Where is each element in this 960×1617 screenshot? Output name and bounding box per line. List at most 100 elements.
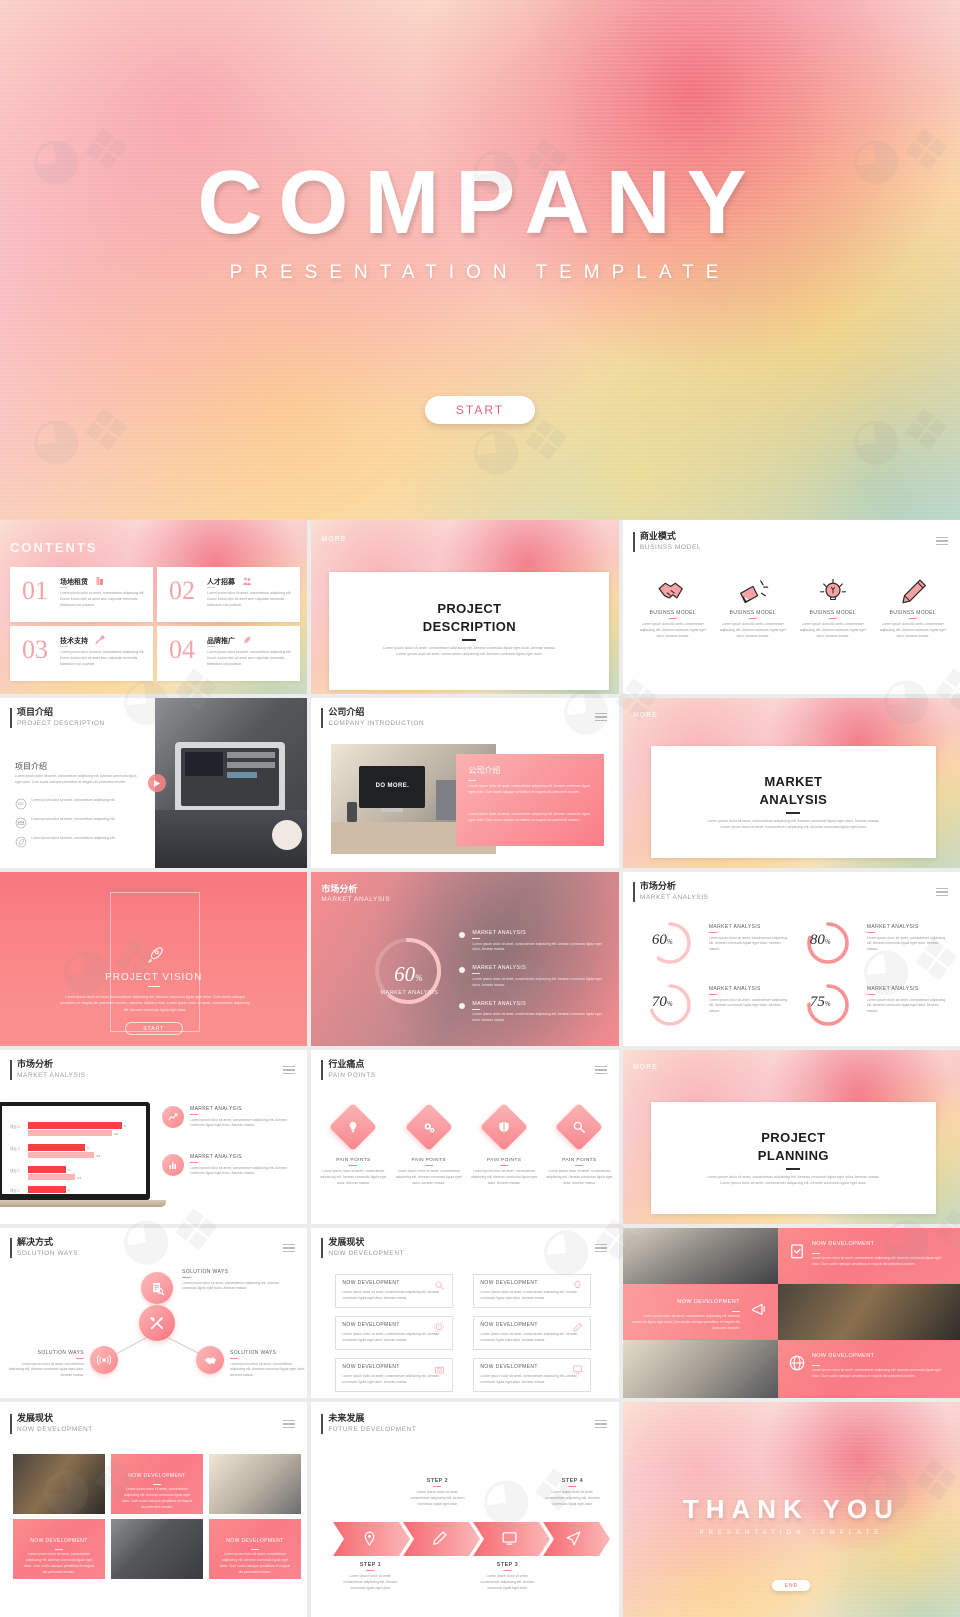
solution-node-1[interactable] (141, 1272, 173, 1304)
slide-project-description-cover[interactable]: MORE PROJECT DESCRIPTION Lorem ipsum dol… (311, 520, 619, 694)
slide-header: 市场分析 MARKET ANALYSIS (321, 882, 390, 903)
tile-body: Lorem ipsum dolor sit amet, consectetuer… (121, 1487, 193, 1509)
slide-future-development[interactable]: 未来发展 FUTURE DEVELOPMENT STEP 2 Lorem ips… (311, 1402, 619, 1617)
solution-node-2[interactable] (90, 1346, 118, 1374)
business-model-item[interactable]: BUSINSS MODEL Lorem ipsum dolor sit amet… (637, 576, 709, 640)
slide-thank-you[interactable]: THANK YOU PRESENTATION TEMPLATE END (622, 1402, 960, 1617)
pain-point-item[interactable]: PAIN POINTS Lorem ipsum dolor sit amet, … (395, 1102, 463, 1187)
slide-project-intro[interactable]: 项目介绍 PROJECT DESCRIPTION 项目介绍 Lorem ipsu… (0, 698, 308, 868)
document-search-icon (152, 1282, 164, 1295)
header-cn: 行业痛点 (328, 1060, 365, 1070)
solution-center-node[interactable] (139, 1305, 175, 1341)
item-caption: BUSINSS MODEL (729, 610, 776, 616)
cover-title-line2: DESCRIPTION (422, 618, 517, 634)
slide-business-model[interactable]: 商业模式 BUSINSS MODEL BUSINSS MODEL Lorem i… (622, 520, 960, 694)
slide-project-planning-cover[interactable]: MORE PROJECT PLANNING Lorem ipsum dolor … (622, 1050, 960, 1224)
rocket-icon (148, 947, 163, 963)
bullet-text: Lorem ipsum dolor sit amet, consectetuer… (31, 817, 116, 821)
slide-header: 发展现状 NOW DEVELOPMENT (10, 1414, 93, 1434)
pain-point-item[interactable]: PAIN POINTS Lorem ipsum dolor sit amet, … (545, 1102, 613, 1187)
box-body: Lorem ipsum dolor sit amet, consectetuer… (480, 1374, 578, 1384)
dev-tile[interactable]: NOW DEVELOPMENT Lorem ipsum dolor sit am… (13, 1519, 105, 1579)
contents-item-1[interactable]: 01 场地租赁 Lorem ipsum dolor sit amet, cons… (10, 567, 153, 622)
dev-box[interactable]: NOW DEVELOPMENT Lorem ipsum dolor sit am… (473, 1358, 592, 1392)
dev-box[interactable]: NOW DEVELOPMENT Lorem ipsum dolor sit am… (335, 1274, 454, 1308)
menu-icon[interactable] (594, 1420, 607, 1430)
menu-icon[interactable] (283, 1066, 296, 1076)
mosaic-tile[interactable]: NOW DEVELOPMENT Lorem ipsum dolor sit am… (777, 1340, 960, 1398)
menu-icon[interactable] (594, 1066, 607, 1076)
header-cn: 市场分析 (321, 885, 358, 895)
menu-icon[interactable] (936, 537, 949, 547)
donut-row: MARKET ANALYSIS Lorem ipsum dolor sit am… (459, 1001, 609, 1024)
slide-now-development-boxes[interactable]: 发展现状 NOW DEVELOPMENT NOW DEVELOPMENT Lor… (311, 1228, 619, 1398)
slide-contents[interactable]: CONTENTS 01 场地租赁 Lorem ipsum dolor sit a… (0, 520, 308, 694)
more-label: MORE (321, 536, 347, 543)
search-icon (574, 1121, 586, 1133)
item-body: Lorem ipsum dolor sit amet, consectetuer… (546, 1169, 613, 1185)
chat-icon (15, 798, 27, 810)
dev-box[interactable]: NOW DEVELOPMENT Lorem ipsum dolor sit am… (335, 1316, 454, 1350)
crown-icon (15, 817, 27, 829)
box-caption: NOW DEVELOPMENT (342, 1280, 400, 1286)
bar-chart-icon (169, 1162, 176, 1169)
step-label: STEP 3 (496, 1562, 519, 1568)
slide-solution-ways[interactable]: 解决方式 SOLUTION WAYS SOLUTION WAYS Lorem i… (0, 1228, 308, 1398)
donut-value: 80 (809, 932, 825, 948)
pain-point-item[interactable]: PAIN POINTS Lorem ipsum dolor sit amet, … (470, 1102, 538, 1187)
business-model-item[interactable]: BUSINSS MODEL Lorem ipsum dolor sit amet… (797, 576, 869, 640)
row-body: Lorem ipsum dolor sit amet, consectetuer… (472, 1012, 602, 1023)
cover-title-line2: PLANNING (757, 1147, 829, 1163)
end-button[interactable]: END (772, 1580, 811, 1591)
people-icon (243, 577, 251, 585)
header-en: FUTURE DEVELOPMENT (328, 1426, 417, 1434)
business-model-item[interactable]: BUSINSS MODEL Lorem ipsum dolor sit amet… (717, 576, 789, 640)
slide-market-analysis-bar[interactable]: 市场分析 MARKET ANALYSIS 项目 4 5 4.5 项目 3 3 3… (0, 1050, 308, 1224)
business-model-item[interactable]: BUSINSS MODEL Lorem ipsum dolor sit amet… (877, 576, 949, 640)
slide-row-5: 解决方式 SOLUTION WAYS SOLUTION WAYS Lorem i… (0, 1228, 960, 1398)
step-body: Lorem ipsum dolor sit amet, consectetuer… (410, 1490, 465, 1506)
start-button[interactable]: START (124, 1022, 183, 1035)
slide-market-analysis-four[interactable]: 市场分析 MARKET ANALYSIS 60% MARKET ANALYSIS… (622, 872, 960, 1046)
slide-company-intro[interactable]: 公司介绍 COMPANY INTRODUCTION DO MORE. 公司介绍 (311, 698, 619, 868)
donut-value: 70 (651, 994, 667, 1010)
item-caption: PAIN POINTS (486, 1158, 522, 1163)
play-button[interactable] (148, 774, 166, 792)
megaphone-icon (739, 580, 769, 604)
slide-market-analysis-donut[interactable]: 市场分析 MARKET ANALYSIS 60% MARKET ANALYSIS… (311, 872, 619, 1046)
slide-market-analysis-cover[interactable]: MORE MARKET ANALYSIS Lorem ipsum dolor s… (622, 698, 960, 868)
panel-body: Lorem ipsum dolor sit amet, consectetuer… (468, 784, 590, 794)
contents-number: 03 (22, 635, 48, 664)
mosaic-tile[interactable]: NOW DEVELOPMENT Lorem ipsum dolor sit am… (777, 1228, 960, 1284)
header-cn: 项目介绍 (17, 708, 54, 718)
step-body: Lorem ipsum dolor sit amet, consectetuer… (480, 1574, 535, 1590)
step-text-3: STEP 3 Lorem ipsum dolor sit amet, conse… (476, 1562, 538, 1592)
dev-box[interactable]: NOW DEVELOPMENT Lorem ipsum dolor sit am… (335, 1358, 454, 1392)
slide-now-development-photos[interactable]: 发展现状 NOW DEVELOPMENT NOW DEVELOPMENT Lor… (0, 1402, 308, 1617)
contents-item-2[interactable]: 02 人才招募 Lorem ipsum dolor sit amet, cons… (157, 567, 300, 622)
contents-item-4[interactable]: 04 品牌推广 Lorem ipsum dolor sit amet, cons… (157, 626, 300, 681)
dev-box[interactable]: NOW DEVELOPMENT Lorem ipsum dolor sit am… (473, 1274, 592, 1308)
slide-now-development-mosaic[interactable]: NOW DEVELOPMENT Lorem ipsum dolor sit am… (622, 1228, 960, 1398)
dev-box[interactable]: NOW DEVELOPMENT Lorem ipsum dolor sit am… (473, 1316, 592, 1350)
slide-row-1: CONTENTS 01 场地租赁 Lorem ipsum dolor sit a… (0, 520, 960, 694)
dev-tile[interactable]: NOW DEVELOPMENT Lorem ipsum dolor sit am… (111, 1454, 203, 1514)
contents-item-3[interactable]: 03 技术支持 Lorem ipsum dolor sit amet, cons… (10, 626, 153, 681)
cover-slide: COMPANY PRESENTATION TEMPLATE START (0, 0, 960, 520)
pain-point-item[interactable]: PAIN POINTS Lorem ipsum dolor sit amet, … (319, 1102, 387, 1187)
menu-icon[interactable] (936, 888, 949, 898)
menu-icon[interactable] (594, 713, 607, 723)
header-cn: 商业模式 (639, 532, 676, 542)
slide-project-vision[interactable]: PROJECT VISION Lorem ipsum dolor sit ame… (0, 872, 308, 1046)
intro-bullet: Lorem ipsum dolor sit amet, consectetuer… (15, 798, 140, 810)
menu-icon[interactable] (594, 1244, 607, 1254)
slide-pain-points[interactable]: 行业痛点 PAIN POINTS PAIN POINTS Lorem ipsum… (311, 1050, 619, 1224)
menu-icon[interactable] (283, 1420, 296, 1430)
dev-tile[interactable]: NOW DEVELOPMENT Lorem ipsum dolor sit am… (209, 1519, 301, 1579)
start-button[interactable]: START (425, 396, 535, 424)
laptop-base (0, 1200, 166, 1207)
paper-plane-icon (566, 1531, 581, 1546)
donut-value: 60 (394, 962, 416, 986)
mosaic-tile[interactable]: NOW DEVELOPMENT Lorem ipsum dolor sit am… (622, 1284, 778, 1340)
solution-node-3[interactable] (196, 1346, 224, 1374)
